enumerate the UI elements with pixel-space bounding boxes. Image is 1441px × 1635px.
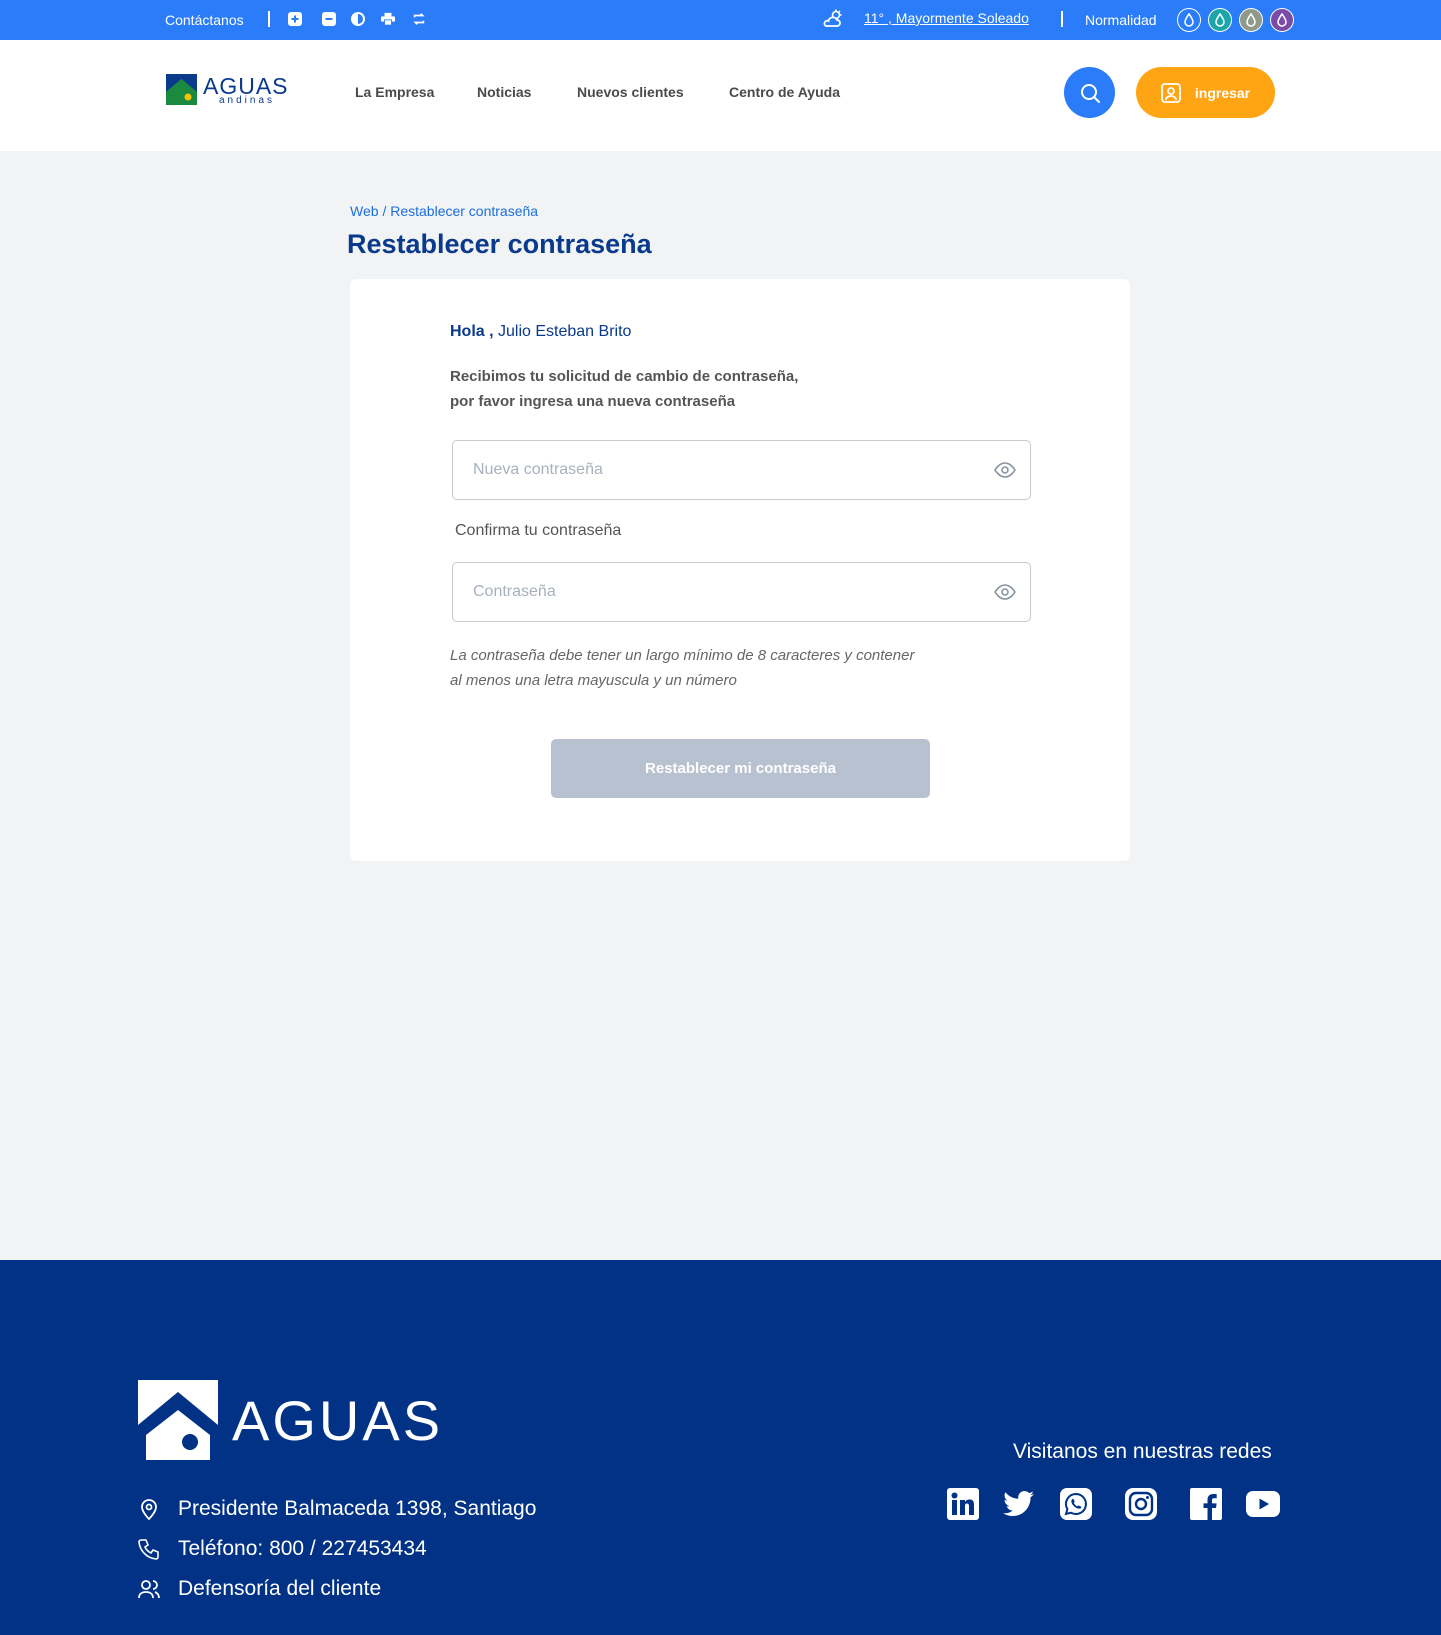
- weather-link[interactable]: 11° , Mayormente Soleado: [864, 10, 1029, 26]
- footer-logo: AGUAS: [138, 1380, 458, 1460]
- hint-line: La contraseña debe tener un largo mínimo…: [450, 647, 915, 664]
- hint-line: al menos una letra mayuscula y un número: [450, 672, 737, 689]
- refresh-icon[interactable]: [412, 12, 426, 26]
- divider: [1061, 11, 1063, 27]
- users-icon: [138, 1580, 160, 1599]
- user-icon: [1160, 82, 1181, 103]
- service-status: Normalidad: [1085, 12, 1157, 28]
- phone-icon: [138, 1539, 159, 1560]
- address-text: Presidente Balmaceda 1398, Santiago: [178, 1497, 537, 1520]
- confirm-password-field: [452, 562, 1031, 622]
- search-icon: [1080, 83, 1100, 103]
- drop-status-icon[interactable]: [1177, 8, 1201, 32]
- reset-password-button[interactable]: Restablecer mi contraseña: [551, 739, 930, 798]
- print-icon[interactable]: [381, 12, 395, 26]
- greeting: Hola , Julio Esteban Brito: [450, 323, 631, 341]
- drop-status-icon[interactable]: [1270, 8, 1294, 32]
- drop-status-icon[interactable]: [1208, 8, 1232, 32]
- breadcrumb: Web / Restablecer contraseña: [350, 203, 538, 219]
- nav-centro-de-ayuda[interactable]: Centro de Ayuda: [729, 84, 840, 100]
- nav-nuevos-clientes[interactable]: Nuevos clientes: [577, 84, 684, 100]
- show-password-icon[interactable]: [994, 583, 1016, 601]
- instagram-icon[interactable]: [1124, 1487, 1158, 1521]
- site-footer: AGUAS Presidente Balmaceda 1398, Santiag…: [0, 1260, 1441, 1635]
- greeting-hola: Hola ,: [450, 323, 494, 340]
- message-line: Recibimos tu solicitud de cambio de cont…: [450, 368, 799, 385]
- breadcrumb-current: Restablecer contraseña: [390, 203, 539, 219]
- weather-icon: [823, 9, 842, 27]
- twitter-icon[interactable]: [1002, 1487, 1036, 1521]
- nav-noticias[interactable]: Noticias: [477, 84, 531, 100]
- nav-la-empresa[interactable]: La Empresa: [355, 84, 434, 100]
- footer-phone: Teléfono: 800 / 227453434: [138, 1537, 427, 1561]
- aguas-andinas-logo[interactable]: AGUAS andinas: [166, 71, 290, 107]
- social-heading: Visitanos en nuestras redes: [1013, 1440, 1272, 1463]
- facebook-icon[interactable]: [1189, 1487, 1223, 1521]
- youtube-icon[interactable]: [1246, 1487, 1280, 1521]
- main-header: AGUAS andinas La Empresa Noticias Nuevos…: [0, 40, 1441, 151]
- password-requirements-hint: La contraseña debe tener un largo mínimo…: [450, 643, 1010, 693]
- reset-password-card: Hola , Julio Esteban Brito Recibimos tu …: [350, 279, 1130, 861]
- utility-bar: Contáctanos 11° , Mayormente Soleado Nor…: [0, 0, 1441, 40]
- show-password-icon[interactable]: [994, 461, 1016, 479]
- drop-status-icon[interactable]: [1239, 8, 1263, 32]
- footer-defensoria[interactable]: Defensoría del cliente: [138, 1577, 381, 1601]
- confirm-password-label: Confirma tu contraseña: [455, 522, 622, 539]
- phone-text[interactable]: Teléfono: 800 / 227453434: [178, 1537, 427, 1561]
- logo-subtext: andinas: [219, 95, 276, 106]
- message-line: por favor ingresa una nueva contraseña: [450, 393, 736, 410]
- page-title: Restablecer contraseña: [347, 229, 652, 259]
- breadcrumb-separator: /: [382, 203, 387, 219]
- contrast-icon[interactable]: [351, 12, 365, 26]
- login-label: ingresar: [1194, 84, 1251, 101]
- footer-logo-text: AGUAS: [232, 1389, 444, 1452]
- zoom-in-icon[interactable]: [288, 12, 302, 26]
- zoom-out-icon[interactable]: [322, 12, 336, 26]
- new-password-field: [452, 440, 1031, 500]
- confirm-password-input[interactable]: [453, 563, 1030, 621]
- footer-address: Presidente Balmaceda 1398, Santiago: [138, 1497, 536, 1521]
- new-password-input[interactable]: [453, 441, 1030, 499]
- user-name: Julio Esteban Brito: [498, 323, 632, 340]
- login-button[interactable]: ingresar: [1136, 67, 1275, 118]
- defensoria-text: Defensoría del cliente: [178, 1577, 382, 1600]
- breadcrumb-web[interactable]: Web: [350, 203, 379, 219]
- location-pin-icon: [141, 1499, 157, 1520]
- whatsapp-icon[interactable]: [1059, 1487, 1093, 1521]
- request-message: Recibimos tu solicitud de cambio de cont…: [450, 364, 870, 414]
- search-button[interactable]: [1064, 67, 1115, 118]
- divider: [268, 11, 270, 27]
- linkedin-icon[interactable]: [946, 1487, 980, 1521]
- contact-link[interactable]: Contáctanos: [165, 12, 244, 28]
